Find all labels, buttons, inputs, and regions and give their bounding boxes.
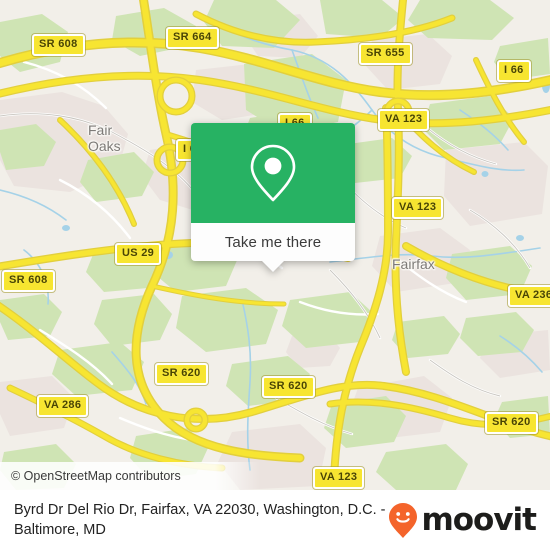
moovit-smiley-pin-icon bbox=[388, 502, 418, 539]
moovit-wordmark: moovit bbox=[421, 501, 537, 538]
location-pin-icon bbox=[247, 142, 299, 204]
road-shield-va-123-mid[interactable]: VA 123 bbox=[392, 197, 444, 219]
callout-icon-area bbox=[191, 123, 355, 223]
road-shield-va-286[interactable]: VA 286 bbox=[37, 395, 89, 417]
road-shield-sr-620-west[interactable]: SR 620 bbox=[155, 363, 208, 385]
map-screenshot-page: Fair Oaks Fairfax SR 608 SR 664 SR 655 I… bbox=[0, 0, 550, 550]
map-canvas[interactable]: Fair Oaks Fairfax SR 608 SR 664 SR 655 I… bbox=[0, 0, 550, 490]
road-shield-sr-620-center[interactable]: SR 620 bbox=[262, 376, 315, 398]
road-shield-sr-664[interactable]: SR 664 bbox=[166, 27, 219, 49]
take-me-there-label: Take me there bbox=[224, 233, 322, 251]
road-shield-sr-620-east[interactable]: SR 620 bbox=[485, 412, 538, 434]
road-shield-sr-608-north[interactable]: SR 608 bbox=[32, 34, 85, 56]
footer-bar: Byrd Dr Del Rio Dr, Fairfax, VA 22030, W… bbox=[0, 490, 550, 550]
road-shield-sr-608-west[interactable]: SR 608 bbox=[2, 270, 55, 292]
road-shield-sr-655[interactable]: SR 655 bbox=[359, 43, 412, 65]
location-caption: Byrd Dr Del Rio Dr, Fairfax, VA 22030, W… bbox=[14, 502, 386, 538]
road-shield-us-29[interactable]: US 29 bbox=[115, 243, 162, 265]
moovit-brand[interactable]: moovit bbox=[388, 501, 537, 539]
road-shield-va-236[interactable]: VA 236 bbox=[508, 285, 550, 307]
road-shield-i-66-east[interactable]: I 66 bbox=[497, 60, 531, 82]
map-attribution: © OpenStreetMap contributors bbox=[0, 462, 550, 490]
take-me-there-button[interactable]: Take me there bbox=[191, 223, 355, 261]
destination-callout[interactable]: Take me there bbox=[191, 123, 355, 272]
road-shield-va-123-north[interactable]: VA 123 bbox=[378, 109, 430, 131]
attribution-text[interactable]: © OpenStreetMap contributors bbox=[0, 469, 181, 483]
callout-pointer bbox=[262, 261, 284, 272]
